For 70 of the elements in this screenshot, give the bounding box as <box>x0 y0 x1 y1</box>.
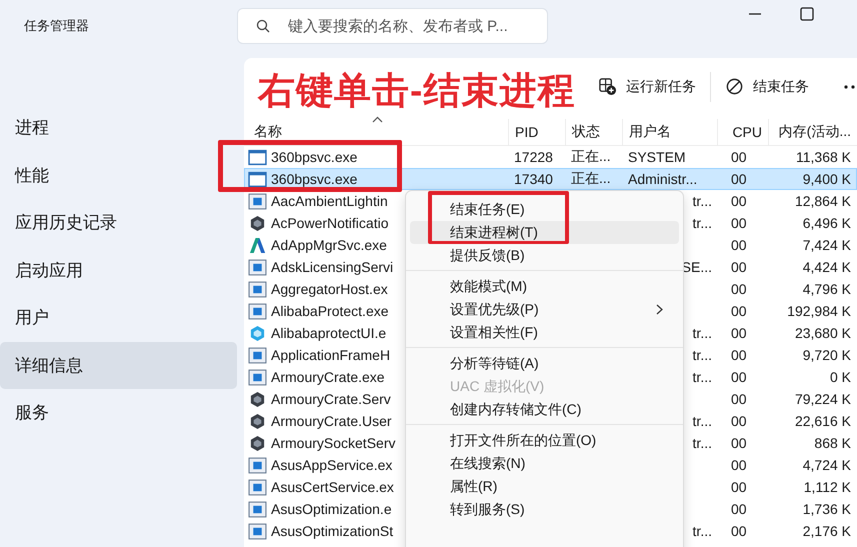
table-cell: 0 K <box>830 369 851 385</box>
table-cell: AcPowerNotificatio <box>271 215 388 231</box>
table-cell: 正在... <box>571 148 611 164</box>
table-cell: AsusOptimizationSt <box>271 523 394 539</box>
table-cell: 4,424 K <box>802 259 851 275</box>
table-cell: tr... <box>692 369 712 385</box>
table-cell: 00 <box>731 435 747 451</box>
table-cell: ArmouryCrate.exe <box>271 369 385 385</box>
table-cell: 00 <box>731 347 747 363</box>
table-cell: AsusCertService.ex <box>271 479 394 495</box>
table-cell: 22,616 K <box>794 413 851 429</box>
window-title: 任务管理器 <box>23 17 90 35</box>
table-cell: SYSTEM <box>628 149 686 165</box>
table-cell: AacAmbientLightin <box>271 193 388 209</box>
table-cell: 00 <box>731 391 747 407</box>
table-cell: 00 <box>731 149 747 165</box>
table-cell: 4,724 K <box>802 457 851 473</box>
annotation-text: 右键单击-结束进程 <box>258 69 576 113</box>
table-cell: 6,496 K <box>802 215 851 231</box>
table-cell: 360bpsvc.exe <box>271 171 358 187</box>
table-cell: tr... <box>692 523 712 539</box>
table-cell: ApplicationFrameH <box>271 347 390 363</box>
table-cell: AsusOptimization.e <box>271 501 392 517</box>
table-cell: 1,736 K <box>802 501 851 517</box>
table-cell: 12,864 K <box>794 193 851 209</box>
table-cell: tr... <box>692 325 712 341</box>
table-cell: 2,176 K <box>802 523 851 539</box>
table-cell: tr... <box>692 435 712 451</box>
table-cell: 00 <box>731 259 747 275</box>
table-cell: AdAppMgrSvc.exe <box>271 237 387 253</box>
table-cell: tr... <box>692 347 712 363</box>
table-cell: ArmouryCrate.User <box>271 413 392 429</box>
table-cell: 17228 <box>514 149 553 165</box>
table-cell: ArmouryCrate.Serv <box>271 391 391 407</box>
table-cell: 9,720 K <box>802 347 851 363</box>
table-cell: 00 <box>731 523 747 539</box>
table-cell: 00 <box>731 457 747 473</box>
table-cell: 192,984 K <box>787 303 851 319</box>
table-cell: 360bpsvc.exe <box>271 149 358 165</box>
table-cell: AdskLicensingServi <box>271 259 394 275</box>
table-cell: ArmourySocketServ <box>271 435 396 451</box>
table-cell: tr... <box>692 215 712 231</box>
table-cell: 00 <box>731 281 747 297</box>
table-cell: 1,112 K <box>804 479 851 495</box>
table-cell: 00 <box>731 369 747 385</box>
table-cell: 正在... <box>571 170 611 186</box>
table-cell: 00 <box>731 193 747 209</box>
table-cell: tr... <box>692 193 712 209</box>
table-cell: 9,400 K <box>802 171 851 187</box>
table-cell: 00 <box>731 303 747 319</box>
table-cell: 00 <box>731 171 747 187</box>
table-cell: tr... <box>692 413 712 429</box>
table-cell: AggregatorHost.ex <box>271 281 388 297</box>
table-cell: 11,368 K <box>796 149 851 165</box>
table-cell: 17340 <box>514 171 553 187</box>
table-cell: 7,424 K <box>802 237 851 253</box>
table-cell: 00 <box>731 215 747 231</box>
table-cell: 00 <box>731 237 747 253</box>
table-cell: 00 <box>731 501 747 517</box>
table-cell: 00 <box>731 479 747 495</box>
table-cell: AlibabaProtect.exe <box>271 303 389 319</box>
table-cell: 00 <box>731 413 747 429</box>
table-cell: AsusAppService.ex <box>271 457 392 473</box>
table-cell: AlibabaprotectUI.e <box>271 325 386 341</box>
table-cell: 79,224 K <box>794 391 851 407</box>
table-cell: 23,680 K <box>794 325 851 341</box>
table-cell: Administr... <box>628 171 698 187</box>
table-cell: 00 <box>731 325 747 341</box>
table-cell: 4,796 K <box>802 281 851 297</box>
table-cell: 868 K <box>814 435 851 451</box>
